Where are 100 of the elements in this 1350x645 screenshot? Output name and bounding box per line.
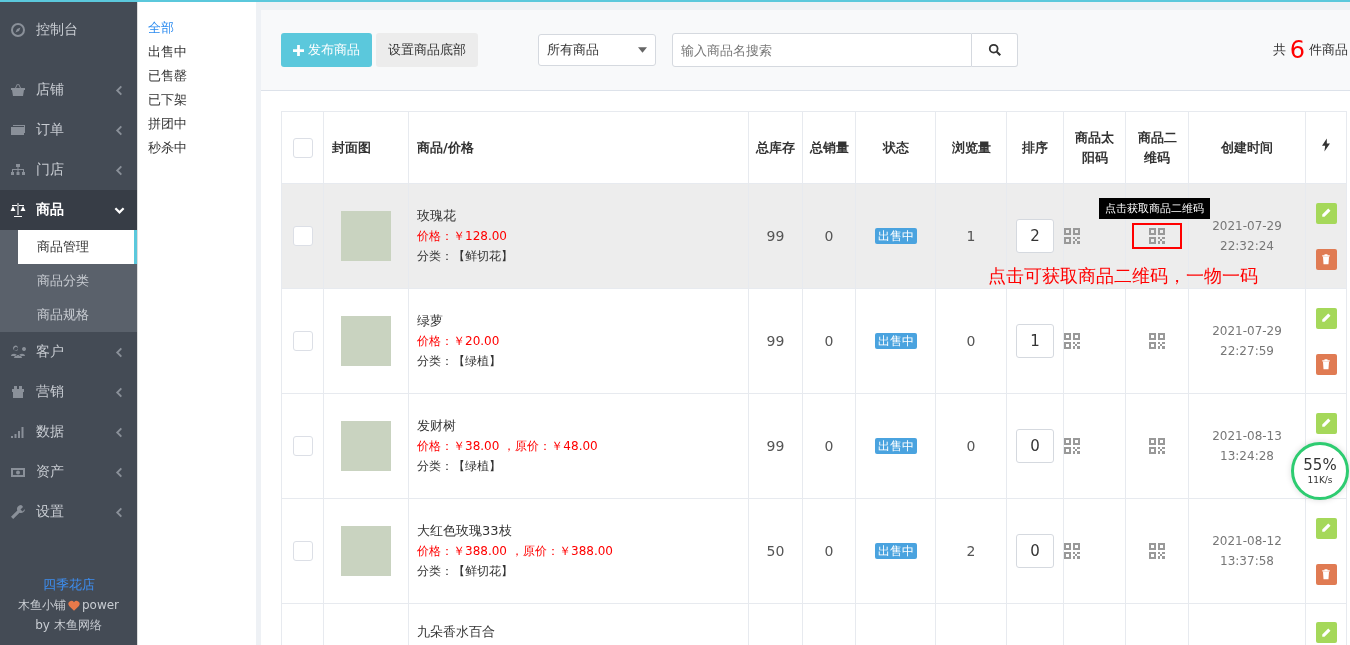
pencil-icon — [1320, 207, 1332, 219]
qr-code-icon — [1149, 333, 1165, 349]
compass-icon — [10, 22, 26, 38]
views-value: 0 — [966, 438, 976, 454]
sidebar-item[interactable]: 控制台 — [0, 10, 137, 50]
count-label: 共 — [1272, 41, 1286, 59]
qr-code-icon[interactable] — [1064, 228, 1080, 244]
sales-value: 0 — [824, 333, 834, 349]
column-header: 商品/价格 — [417, 139, 474, 155]
delete-button[interactable] — [1315, 248, 1337, 270]
product-name: 玫瑰花 — [417, 207, 457, 225]
sitemap-icon — [10, 162, 26, 178]
delete-button[interactable] — [1315, 563, 1337, 585]
delete-button[interactable] — [1315, 353, 1337, 375]
sidebar-item[interactable]: 数据 — [0, 412, 137, 452]
status-badge: 出售中 — [874, 543, 917, 559]
product-name: 大红色玫瑰33枝 — [417, 522, 513, 540]
filter-link[interactable]: 出售中 — [148, 40, 256, 64]
select-all-checkbox[interactable] — [292, 137, 313, 158]
sidebar-item[interactable]: 商品 — [0, 190, 137, 230]
status-badge: 出售中 — [874, 333, 917, 349]
photo-placeholder — [341, 316, 391, 366]
row-checkbox[interactable] — [292, 541, 313, 561]
status-badge: 出售中 — [874, 228, 917, 244]
row-checkbox[interactable] — [292, 436, 313, 456]
pencil-icon — [1320, 626, 1332, 639]
power-text: power — [81, 597, 120, 614]
filter-link[interactable]: 全部 — [148, 16, 256, 40]
qr-code-icon — [1149, 438, 1165, 454]
sidebar-item[interactable]: 设置 — [0, 492, 137, 532]
filter-link[interactable]: 拼团中 — [148, 112, 256, 136]
product-price: 价格：￥128.00 — [417, 229, 507, 243]
network-speed: 11K/s — [1307, 474, 1333, 486]
edit-button[interactable] — [1315, 517, 1337, 539]
filter-link[interactable]: 秒杀中 — [148, 136, 256, 160]
tooltip: 点击获取商品二维码 — [1099, 198, 1210, 219]
created-time: 2021-07-29 22:32:24 — [1211, 218, 1283, 255]
filter-link[interactable]: 已下架 — [148, 88, 256, 112]
column-header: 浏览量 — [951, 139, 991, 155]
qr-code-icon[interactable] — [1064, 543, 1080, 559]
sales-value: 0 — [824, 543, 834, 559]
created-time: 2021-08-12 13:37:58 — [1211, 533, 1283, 570]
product-price: 价格：￥38.00 — [417, 439, 500, 453]
edit-button[interactable] — [1315, 307, 1337, 329]
submenu-item[interactable]: 商品规格 — [18, 298, 137, 332]
sort-field[interactable]: 0 — [1016, 429, 1054, 463]
qr-code-icon — [1149, 543, 1165, 559]
column-header: 总销量 — [809, 139, 849, 155]
sidebar-item[interactable]: 客户 — [0, 332, 137, 372]
search-button[interactable] — [972, 33, 1018, 67]
submenu-item[interactable]: 商品管理 — [18, 230, 137, 264]
product-price: 价格：￥388.00 — [417, 544, 507, 558]
sort-field[interactable]: 1 — [1016, 324, 1054, 358]
sort-field[interactable]: 0 — [1016, 534, 1054, 568]
brand-text: 木鱼小铺 — [17, 597, 66, 614]
column-header: 封面图 — [332, 139, 371, 155]
wrench-icon — [10, 504, 26, 520]
qr-code-icon[interactable] — [1064, 438, 1080, 454]
signal-icon — [10, 424, 26, 440]
qr-code-icon[interactable] — [1064, 333, 1080, 349]
usage-percent: 55% — [1303, 456, 1337, 474]
product-name: 绿萝 — [417, 312, 444, 330]
pencil-icon — [1320, 417, 1332, 429]
pencil-icon — [1320, 522, 1332, 534]
sales-value: 0 — [824, 438, 834, 454]
sales-value: 0 — [824, 228, 834, 244]
sidebar-item[interactable]: 资产 — [0, 452, 137, 492]
sidebar-item[interactable]: 营销 — [0, 372, 137, 412]
product-category: 分类：【鲜切花】 — [417, 248, 514, 265]
created-time: 2021-07-29 22:27:59 — [1211, 323, 1283, 360]
bottom-settings-button[interactable]: 设置商品底部 — [376, 33, 478, 67]
sidebar-item[interactable]: 门店 — [0, 150, 137, 190]
product-category: 分类：【绿植】 — [417, 353, 502, 370]
product-name: 发财树 — [417, 417, 457, 435]
product-category: 分类：【绿植】 — [417, 458, 502, 475]
row-checkbox[interactable] — [292, 331, 313, 351]
goods-count: 6 — [1289, 36, 1305, 64]
edit-button[interactable] — [1315, 412, 1337, 434]
row-checkbox[interactable] — [292, 226, 313, 246]
sort-field[interactable]: 2 — [1016, 219, 1054, 253]
money-icon — [10, 122, 26, 138]
submenu-item[interactable]: 商品分类 — [18, 264, 137, 298]
count-label: 件商品 — [1309, 41, 1348, 59]
qr-code-icon — [1149, 228, 1165, 244]
sidebar-item[interactable]: 店铺 — [0, 70, 137, 110]
basket-icon — [10, 82, 26, 98]
product-price: 价格：￥20.00 — [417, 334, 500, 348]
sidebar-item[interactable]: 订单 — [0, 110, 137, 150]
edit-button[interactable] — [1315, 202, 1337, 224]
column-header: 总库存 — [756, 139, 795, 155]
edit-button[interactable] — [1315, 622, 1337, 643]
highlight-frame[interactable] — [1132, 223, 1182, 249]
stock-value: 99 — [766, 228, 785, 244]
photo-placeholder — [341, 421, 391, 471]
filter-link[interactable]: 已售罄 — [148, 64, 256, 88]
stock-value: 99 — [766, 333, 785, 349]
search-field[interactable]: 输入商品名搜索 — [672, 33, 972, 67]
views-value: 1 — [966, 228, 976, 244]
column-header: 状态 — [882, 139, 909, 155]
goods-select[interactable]: 所有商品 — [538, 34, 656, 66]
